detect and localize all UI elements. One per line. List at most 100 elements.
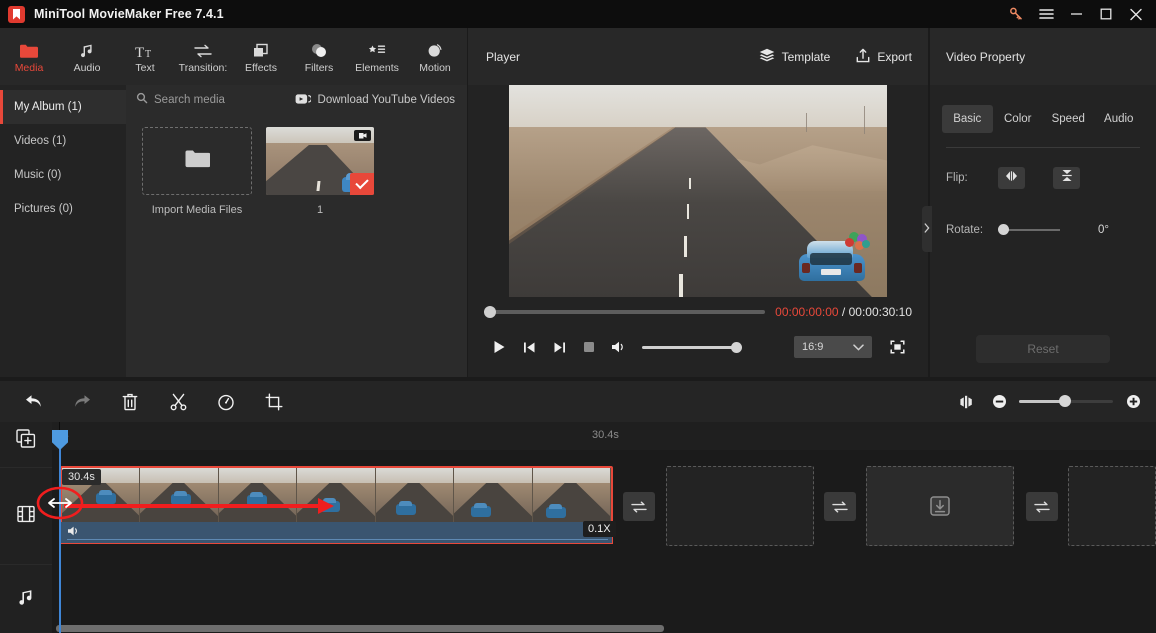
- feature-tab-transitions[interactable]: Transition:: [174, 39, 232, 74]
- crop-button[interactable]: [250, 381, 298, 422]
- add-media-track-button[interactable]: [0, 422, 52, 454]
- media-item[interactable]: 1: [266, 127, 374, 216]
- clip-speed-badge: 0.1X: [583, 521, 616, 537]
- volume-knob[interactable]: [731, 341, 742, 353]
- template-button[interactable]: Template: [759, 48, 830, 65]
- add-transition-button-3[interactable]: [1026, 492, 1058, 521]
- feature-toolbar: Media Audio TT Text Transition: Effects: [0, 28, 467, 85]
- undo-button[interactable]: [10, 381, 58, 422]
- playhead-line[interactable]: [59, 446, 61, 633]
- tab-speed[interactable]: Speed: [1043, 105, 1094, 133]
- timeline-zoom-slider[interactable]: [1019, 395, 1113, 407]
- seek-row: 00:00:00:00 / 00:00:30:10: [484, 297, 912, 327]
- seek-knob[interactable]: [484, 306, 496, 318]
- folder-icon: [19, 39, 39, 59]
- tab-basic[interactable]: Basic: [942, 105, 993, 133]
- property-title: Video Property: [946, 49, 1026, 64]
- clip-audio-strip[interactable]: [60, 522, 613, 544]
- snapshot-button[interactable]: [574, 332, 604, 362]
- clip-frame: [297, 468, 376, 522]
- fullscreen-button[interactable]: [882, 332, 912, 362]
- chevron-right-icon: [924, 222, 930, 236]
- import-media-label: Import Media Files: [151, 204, 243, 216]
- audio-track-header[interactable]: [0, 566, 52, 633]
- feature-tab-elements[interactable]: Elements: [348, 39, 406, 74]
- preview-lane-3: [683, 235, 687, 257]
- split-button[interactable]: [154, 381, 202, 422]
- feature-tab-media[interactable]: Media: [0, 39, 58, 74]
- activate-key-button[interactable]: [1001, 0, 1031, 28]
- flip-label: Flip:: [946, 172, 968, 184]
- menu-button[interactable]: [1031, 0, 1061, 28]
- sidebar-item-my-album[interactable]: My Album (1): [0, 90, 126, 124]
- preview-lane-1: [688, 178, 691, 189]
- flip-vertical-button[interactable]: [1053, 167, 1080, 189]
- aspect-ratio-select[interactable]: 16:9: [794, 336, 872, 358]
- next-frame-button[interactable]: [544, 332, 574, 362]
- feature-tab-effects[interactable]: Effects: [232, 39, 290, 74]
- sidebar-item-pictures[interactable]: Pictures (0): [0, 192, 126, 226]
- sidebar-item-music[interactable]: Music (0): [0, 158, 126, 192]
- rotate-knob[interactable]: [998, 224, 1009, 235]
- preview-lane-4: [679, 273, 683, 297]
- seek-slider[interactable]: [484, 306, 766, 318]
- redo-button[interactable]: [58, 381, 106, 422]
- search-input[interactable]: Search media: [136, 91, 295, 109]
- delete-button[interactable]: [106, 381, 154, 422]
- maximize-button[interactable]: [1091, 0, 1121, 28]
- empty-media-slot-1[interactable]: [666, 466, 814, 546]
- time-separator: /: [838, 305, 849, 319]
- app-window: MiniTool MovieMaker Free 7.4.1 Media Aud…: [0, 0, 1156, 633]
- clip-frame: [532, 468, 611, 522]
- album-label: Music (0): [14, 169, 62, 181]
- add-transition-button-1[interactable]: [623, 492, 655, 521]
- music-note-icon: [16, 587, 36, 612]
- import-drop-zone[interactable]: [142, 127, 252, 195]
- clip-duration-badge: 30.4s: [62, 469, 101, 485]
- timeline-hscroll-thumb[interactable]: [56, 625, 664, 632]
- tab-audio[interactable]: Audio: [1094, 105, 1145, 133]
- preview-lane-2: [686, 203, 690, 219]
- media-grid: Import Media Files 1: [126, 115, 467, 216]
- flip-horizontal-button[interactable]: [998, 167, 1025, 189]
- video-frame[interactable]: [509, 85, 887, 297]
- feature-label: Media: [14, 62, 44, 74]
- aspect-ratio-wrapper: 16:9: [794, 336, 872, 358]
- import-media-cell[interactable]: Import Media Files: [142, 127, 252, 216]
- preview-pylon-1: [863, 106, 865, 134]
- timeline-ruler[interactable]: 0s 30.4s: [52, 422, 1156, 450]
- media-thumbnail[interactable]: [266, 127, 374, 195]
- video-type-icon: [354, 130, 371, 141]
- feature-tab-motion[interactable]: Motion: [406, 39, 464, 74]
- play-button[interactable]: [484, 332, 514, 362]
- download-youtube-button[interactable]: Download YouTube Videos: [295, 93, 455, 108]
- rotate-value: 0°: [1098, 224, 1109, 236]
- sidebar-item-videos[interactable]: Videos (1): [0, 124, 126, 158]
- minimize-button[interactable]: [1061, 0, 1091, 28]
- volume-button[interactable]: [604, 332, 634, 362]
- rotate-slider[interactable]: [998, 224, 1060, 235]
- fit-timeline-button[interactable]: [953, 381, 979, 422]
- empty-media-slot-3[interactable]: [1068, 466, 1156, 546]
- close-button[interactable]: [1121, 0, 1151, 28]
- video-track-header[interactable]: [0, 467, 52, 565]
- feature-tab-text[interactable]: TT Text: [116, 39, 174, 74]
- player-title: Player: [486, 49, 521, 64]
- zoom-out-button[interactable]: [988, 381, 1010, 422]
- empty-media-slot-2[interactable]: [866, 466, 1014, 546]
- reset-button[interactable]: Reset: [976, 335, 1110, 363]
- volume-slider[interactable]: [642, 341, 742, 353]
- video-clip[interactable]: [60, 466, 613, 524]
- export-button[interactable]: Export: [856, 48, 912, 66]
- import-down-arrow-icon: [929, 495, 951, 517]
- speed-button[interactable]: [202, 381, 250, 422]
- feature-tab-audio[interactable]: Audio: [58, 39, 116, 74]
- add-transition-button-2[interactable]: [824, 492, 856, 521]
- zoom-in-button[interactable]: [1122, 381, 1144, 422]
- previous-frame-button[interactable]: [514, 332, 544, 362]
- feature-tab-filters[interactable]: Filters: [290, 39, 348, 74]
- tab-color[interactable]: Color: [993, 105, 1044, 133]
- zoom-knob[interactable]: [1059, 395, 1072, 407]
- panel-collapse-button[interactable]: [922, 206, 932, 252]
- player-right-controls: 16:9: [794, 332, 912, 362]
